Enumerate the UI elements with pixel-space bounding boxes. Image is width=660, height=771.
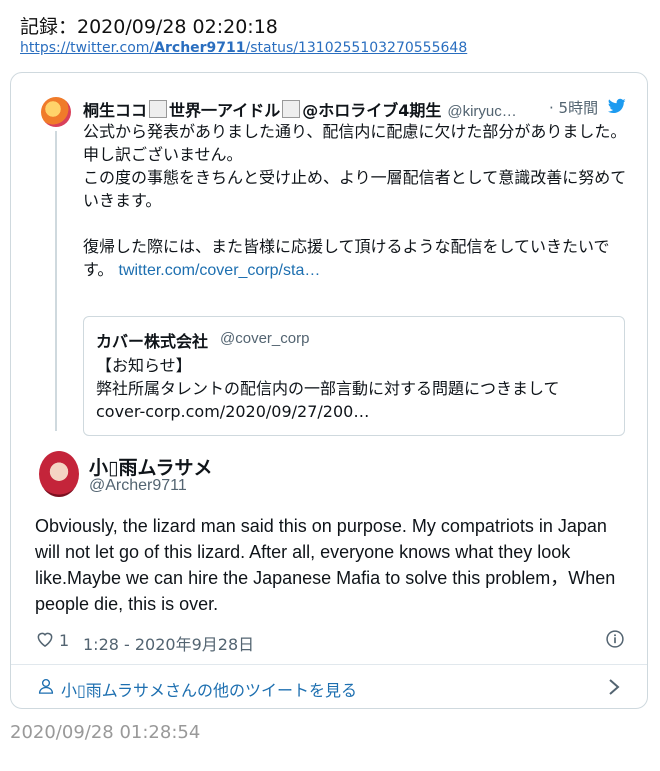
chevron-right-icon: [609, 679, 620, 695]
like-count: 1: [59, 631, 70, 650]
main-name[interactable]: 小▯雨ムラサメ: [89, 453, 213, 480]
inner-quoted-name: カバー株式会社: [96, 332, 209, 351]
person-icon: [38, 678, 54, 694]
inner-quoted-handle: @cover_corp: [220, 330, 310, 347]
more-tweets-label: 小▯雨ムラサメさんの他のツイートを見る: [61, 681, 358, 700]
quoted-time[interactable]: · 5時間: [549, 97, 598, 118]
broken-image-icon: [282, 100, 301, 118]
main-handle[interactable]: @Archer9711: [89, 477, 187, 495]
quoted-body: 公式から発表がありました通り、配信内に配慮に欠けた部分がありました。 申し訳ござ…: [83, 122, 627, 279]
main-avatar[interactable]: [39, 451, 79, 497]
main-tweet-text: Obviously, the lizard man said this on p…: [35, 516, 616, 614]
quoted-link[interactable]: twitter.com/cover_corp/sta…: [119, 262, 321, 279]
thread-line: [55, 131, 57, 431]
heart-icon[interactable]: [35, 629, 55, 649]
tweet-url-link[interactable]: https://twitter.com/Archer9711/status/13…: [20, 40, 467, 56]
twitter-bird-icon[interactable]: [607, 97, 627, 115]
quoted-handle[interactable]: @kiryuc…: [447, 103, 516, 120]
tweet-datetime[interactable]: 1:28 - 2020年9月28日: [83, 631, 254, 655]
inner-quoted-card[interactable]: カバー株式会社 @cover_corp 【お知らせ】 弊社所属タレントの配信内の…: [83, 316, 625, 436]
tweet-card: 桐生ココ 世界一アイドル @ホロライブ4期生 @kiryuc… · 5時間 公式から発…: [10, 72, 648, 709]
quoted-avatar[interactable]: [41, 97, 71, 127]
quoted-name[interactable]: 桐生ココ 世界一アイドル @ホロライブ4期生: [83, 100, 441, 120]
archive-timestamp: 2020/09/28 01:28:54: [10, 722, 201, 743]
inner-quoted-body: 【お知らせ】 弊社所属タレントの配信内の一部言動に対する問題につきまして cov…: [96, 356, 560, 421]
broken-image-icon: [149, 100, 168, 118]
record-title: 記録：2020/09/28 02:20:18: [20, 16, 278, 38]
info-icon[interactable]: [605, 629, 625, 649]
more-tweets-row[interactable]: 小▯雨ムラサメさんの他のツイートを見る: [11, 665, 647, 709]
